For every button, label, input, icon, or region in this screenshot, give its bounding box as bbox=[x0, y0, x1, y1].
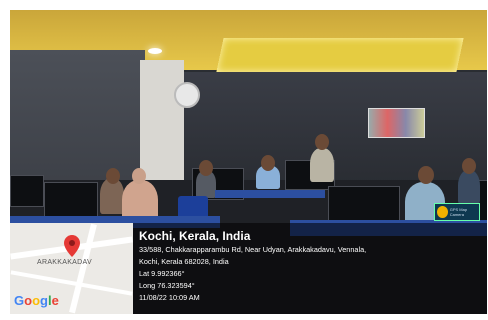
map-thumbnail: ARAKKAKADAV Google bbox=[10, 223, 133, 314]
student-head bbox=[261, 155, 275, 171]
wall-poster bbox=[368, 108, 425, 138]
student-head bbox=[199, 160, 213, 176]
watermark-text: GPS Map Camera bbox=[449, 207, 468, 217]
google-logo-letter: G bbox=[14, 293, 25, 308]
student-head bbox=[418, 166, 434, 184]
gps-camera-watermark: GPS Map Camera bbox=[434, 203, 480, 221]
student-head bbox=[315, 134, 329, 150]
student bbox=[310, 148, 334, 182]
google-logo-letter: o bbox=[32, 293, 41, 308]
google-logo-letter: g bbox=[40, 293, 48, 308]
ceiling-light-panel bbox=[216, 38, 464, 72]
computer-monitor bbox=[10, 175, 44, 207]
student-head bbox=[462, 158, 476, 174]
computer-monitor bbox=[44, 182, 98, 220]
photo-frame: ARAKKAKADAV Google Kochi, Kerala, India … bbox=[0, 0, 488, 320]
google-logo-text: Google bbox=[14, 293, 59, 308]
wall-fan bbox=[174, 82, 200, 108]
ceiling-light bbox=[148, 48, 162, 54]
longitude: Long 76.323594° bbox=[139, 281, 195, 290]
student-head bbox=[132, 168, 146, 184]
student-head bbox=[106, 168, 120, 184]
glass-partition bbox=[184, 72, 487, 182]
map-pin-icon bbox=[64, 235, 80, 257]
gps-camera-icon bbox=[437, 206, 448, 218]
desk bbox=[215, 190, 325, 198]
map-area-label: ARAKKAKADAV bbox=[37, 259, 92, 266]
google-logo: Google bbox=[14, 293, 59, 308]
student bbox=[458, 170, 480, 204]
timestamp: 11/08/22 10:09 AM bbox=[139, 293, 200, 302]
google-logo-letter: o bbox=[24, 293, 33, 308]
location-title: Kochi, Kerala, India bbox=[139, 229, 251, 243]
address-line-2: Kochi, Kerala 682028, India bbox=[139, 257, 229, 266]
address-line-1: 33/588, Chakkarapparambu Rd, Near Udyan,… bbox=[139, 245, 367, 254]
map-road bbox=[10, 270, 133, 296]
latitude: Lat 9.992366° bbox=[139, 269, 185, 278]
google-logo-letter: e bbox=[51, 293, 59, 308]
